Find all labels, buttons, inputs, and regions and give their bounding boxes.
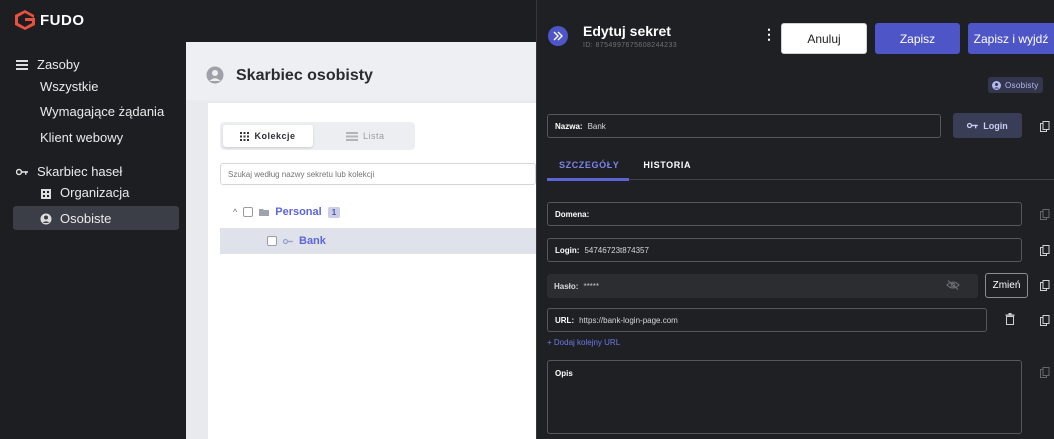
double-chevron-right-icon (553, 31, 563, 41)
url-field[interactable]: URL: https://bank-login-page.com (547, 308, 987, 332)
collection-count-badge: 1 (327, 206, 341, 218)
more-options-icon[interactable]: ⋮ (762, 26, 776, 43)
sidebar: FUDO Zasoby Wszystkie Wymagające żądania… (0, 0, 186, 439)
key-icon (283, 238, 293, 244)
user-circle-icon (992, 80, 1001, 90)
password-field-label: Hasło: (554, 281, 579, 291)
copy-icon[interactable] (1040, 280, 1050, 291)
save-button[interactable]: Zapisz (875, 23, 960, 54)
app-name: FUDO (40, 11, 85, 29)
key-icon (967, 122, 979, 129)
add-url-link[interactable]: + Dodaj kolejny URL (547, 338, 620, 347)
login-field[interactable]: Login: 54746723t874357 (547, 238, 1022, 262)
owner-badge-label: Osobisty (1005, 80, 1039, 90)
copy-icon[interactable] (1040, 245, 1050, 256)
change-password-button[interactable]: Zmień (985, 273, 1028, 298)
secret-checkbox[interactable] (267, 236, 277, 246)
view-toggle-collections[interactable]: Kolekcje (223, 125, 313, 147)
cancel-button[interactable]: Anuluj (781, 23, 867, 54)
drawer-title: Edytuj sekret (583, 23, 671, 39)
save-and-exit-button[interactable]: Zapisz i wyjdź (968, 23, 1054, 54)
owner-badge: Osobisty (988, 77, 1043, 93)
vault-panel (208, 103, 536, 439)
tab-active-indicator (547, 178, 629, 181)
description-field[interactable]: Opis (547, 360, 1022, 434)
nav-group-vault-label: Skarbiec haseł (37, 164, 123, 179)
trash-icon[interactable] (1005, 313, 1015, 325)
list-icon (16, 59, 28, 70)
description-label: Opis (555, 369, 573, 378)
user-circle-icon (206, 66, 224, 84)
sidebar-item-organization-label: Organizacja (60, 185, 130, 200)
list-icon (346, 131, 358, 141)
copy-icon[interactable] (1040, 121, 1050, 132)
sidebar-item-personal[interactable]: Osobiste (40, 211, 111, 226)
tree-collection-personal[interactable]: ^ Personal 1 (233, 206, 341, 218)
url-field-value: https://bank-login-page.com (579, 315, 678, 325)
sidebar-item-requests[interactable]: Wymagające żądania (40, 104, 164, 119)
view-toggle-collections-label: Kolekcje (254, 131, 296, 141)
tree-secret-bank[interactable]: Bank (267, 235, 326, 247)
search-input[interactable] (220, 163, 536, 185)
secret-id: ID: 8754997675608244233 (583, 42, 678, 49)
logo[interactable]: FUDO (14, 9, 85, 31)
login-type-label: Login (983, 120, 1008, 131)
copy-icon[interactable] (1040, 315, 1050, 326)
collection-checkbox[interactable] (243, 207, 254, 217)
copy-icon (1040, 209, 1050, 220)
sidebar-item-web-client[interactable]: Klient webowy (40, 130, 123, 145)
view-toggle-list-label: Lista (363, 131, 385, 141)
nav-group-resources-label: Zasoby (37, 57, 80, 72)
domain-field-label: Domena: (555, 209, 590, 219)
grid-icon (240, 131, 250, 141)
collapse-drawer-button[interactable] (548, 26, 568, 46)
nav-group-resources[interactable]: Zasoby (16, 57, 80, 72)
copy-icon (1040, 367, 1050, 378)
login-field-label: Login: (555, 245, 580, 255)
view-toggle-list[interactable]: Lista (346, 125, 385, 147)
password-field[interactable]: Hasło: ***** (547, 274, 978, 298)
top-bar (186, 0, 536, 42)
building-icon (41, 188, 51, 199)
key-icon (16, 168, 28, 175)
name-field[interactable]: Nazwa: Bank (547, 114, 941, 138)
collection-name: Personal (275, 206, 322, 218)
sidebar-item-all[interactable]: Wszystkie (40, 79, 99, 94)
sidebar-item-organization[interactable]: Organizacja (40, 185, 129, 200)
domain-field[interactable]: Domena: (547, 202, 1022, 226)
chevron-up-icon[interactable]: ^ (233, 207, 237, 217)
folder-icon (259, 209, 270, 216)
name-field-value: Bank (587, 121, 606, 131)
name-field-label: Nazwa: (555, 121, 583, 131)
password-field-value: ***** (583, 281, 600, 291)
url-field-label: URL: (555, 315, 575, 325)
fudo-logo-icon (15, 10, 35, 30)
nav-group-vault[interactable]: Skarbiec haseł (16, 164, 122, 179)
page-title: Skarbiec osobisty (236, 67, 373, 84)
login-field-value: 54746723t874357 (584, 245, 649, 255)
login-type-button[interactable]: Login (953, 113, 1022, 138)
eye-slash-icon[interactable] (946, 280, 960, 290)
secret-name: Bank (299, 235, 326, 247)
sidebar-item-personal-label: Osobiste (60, 211, 112, 226)
user-circle-icon (40, 213, 52, 224)
